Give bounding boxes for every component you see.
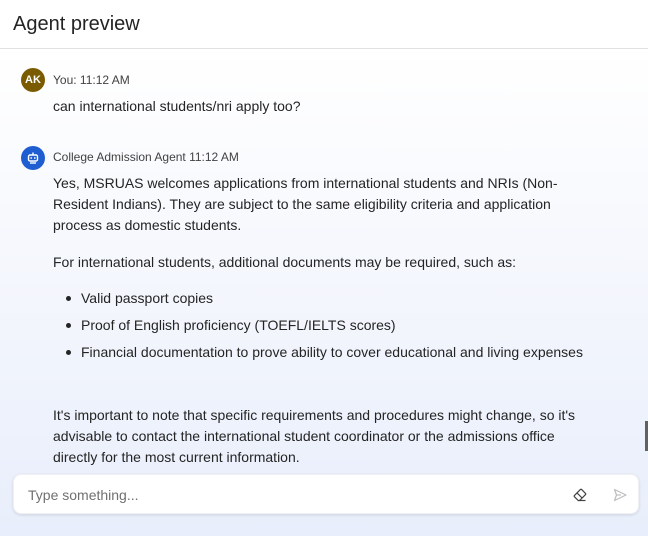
list-item: Proof of English proficiency (TOEFL/IELT… (53, 315, 583, 335)
eraser-icon[interactable] (570, 485, 590, 505)
bot-icon (21, 146, 45, 170)
send-icon[interactable] (610, 485, 630, 505)
message-composer (13, 474, 639, 514)
list-item: Valid passport copies (53, 288, 583, 308)
panel-header: Agent preview (0, 0, 648, 49)
message-meta: College Admission Agent 11:12 AM (53, 150, 239, 164)
panel-title: Agent preview (13, 13, 140, 35)
message-paragraph: For international students, additional d… (53, 254, 517, 270)
message-text: can international students/nri apply too… (53, 98, 301, 114)
user-avatar: AK (21, 68, 45, 92)
requirements-list: Valid passport copies Proof of English p… (53, 288, 583, 362)
list-item: Financial documentation to prove ability… (53, 342, 583, 362)
message-paragraph: Yes, MSRUAS welcomes applications from i… (53, 175, 558, 233)
message-meta: You: 11:12 AM (53, 73, 130, 87)
message-paragraph: It's important to note that specific req… (53, 407, 576, 465)
chat-transcript[interactable]: AK You: 11:12 AM can international stude… (0, 49, 648, 536)
message-input[interactable] (28, 485, 528, 505)
